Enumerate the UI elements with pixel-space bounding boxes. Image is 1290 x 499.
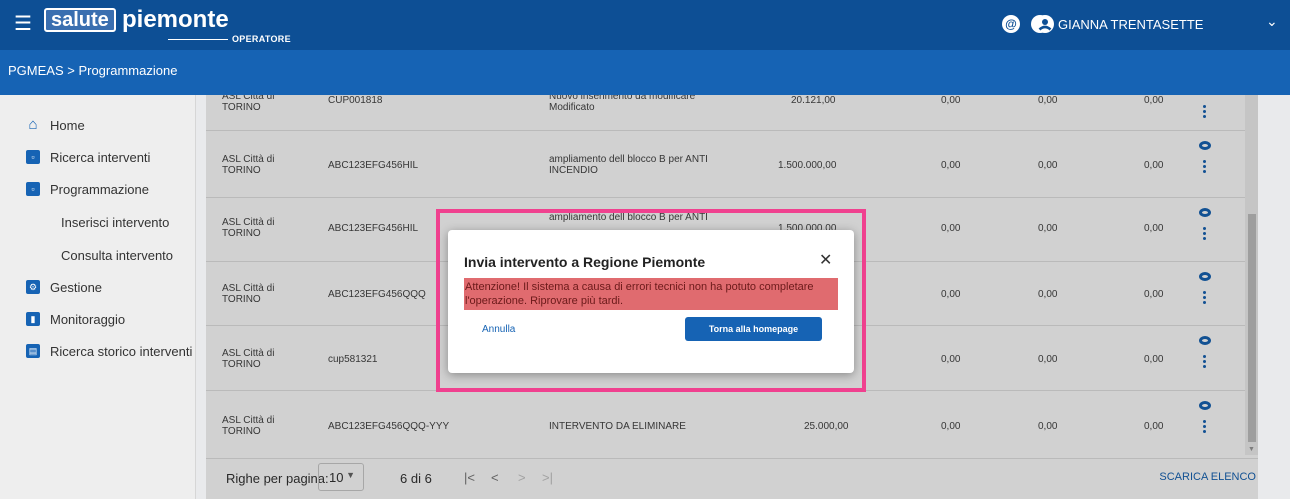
- sidebar-item-inserisci-intervento[interactable]: Inserisci intervento: [61, 212, 169, 232]
- sidebar-item-label: Ricerca interventi: [50, 149, 151, 165]
- settings-box-icon: ⚙: [26, 280, 40, 294]
- back-to-homepage-button[interactable]: Torna alla homepage: [685, 317, 822, 341]
- sidebar-item-home[interactable]: ⌂ Home: [26, 115, 85, 135]
- sidebar-item-ricerca-storico-interventi[interactable]: ▤ Ricerca storico interventi: [26, 341, 192, 361]
- sidebar-item-label: Ricerca storico interventi: [50, 343, 193, 359]
- sidebar-item-programmazione[interactable]: ▫ Programmazione: [26, 179, 149, 199]
- sidebar-item-consulta-intervento[interactable]: Consulta intervento: [61, 245, 173, 265]
- logo-subtitle: OPERATORE: [168, 34, 291, 44]
- archive-icon: ▤: [26, 344, 40, 358]
- calendar-icon: ▫: [26, 150, 40, 164]
- calendar-icon: ▫: [26, 182, 40, 196]
- logo-box-text: salute: [44, 8, 116, 32]
- breadcrumb-bar: PGMEAS > Programmazione: [0, 50, 1290, 95]
- send-intervention-dialog: Invia intervento a Regione Piemonte ✕ At…: [448, 230, 854, 373]
- top-bar: ☰ salute piemonte OPERATORE @ ? GIANNA T…: [0, 0, 1290, 50]
- dialog-title: Invia intervento a Regione Piemonte: [464, 254, 706, 270]
- cancel-button[interactable]: Annulla: [482, 324, 515, 335]
- sidebar-item-label: Home: [50, 117, 85, 133]
- sidebar-item-label: Gestione: [50, 279, 103, 295]
- bar-chart-icon: ▮: [26, 312, 40, 326]
- sidebar-item-label: Inserisci intervento: [61, 214, 170, 230]
- sidebar-item-gestione[interactable]: ⚙ Gestione: [26, 277, 102, 297]
- email-at-icon[interactable]: @: [1002, 15, 1020, 33]
- sidebar-item-ricerca-interventi[interactable]: ▫ Ricerca interventi: [26, 147, 150, 167]
- close-icon[interactable]: ✕: [819, 250, 832, 270]
- error-alert: Attenzione! Il sistema a causa di errori…: [464, 278, 838, 310]
- hamburger-menu-icon[interactable]: ☰: [14, 14, 32, 34]
- sidebar-item-label: Monitoraggio: [50, 311, 126, 327]
- sidebar-item-label: Programmazione: [50, 181, 149, 197]
- logo-word-text: piemonte: [122, 6, 229, 33]
- home-icon: ⌂: [28, 116, 38, 133]
- chevron-down-icon[interactable]: ⌄: [1266, 13, 1278, 30]
- breadcrumb[interactable]: PGMEAS > Programmazione: [8, 63, 177, 78]
- user-name[interactable]: GIANNA TRENTASETTE: [1058, 17, 1203, 32]
- sidebar-item-monitoraggio[interactable]: ▮ Monitoraggio: [26, 309, 125, 329]
- sidebar: ⌂ Home ▫ Ricerca interventi ▫ Programmaz…: [0, 95, 196, 499]
- user-account-icon[interactable]: [1036, 15, 1054, 33]
- sidebar-item-label: Consulta intervento: [61, 247, 174, 263]
